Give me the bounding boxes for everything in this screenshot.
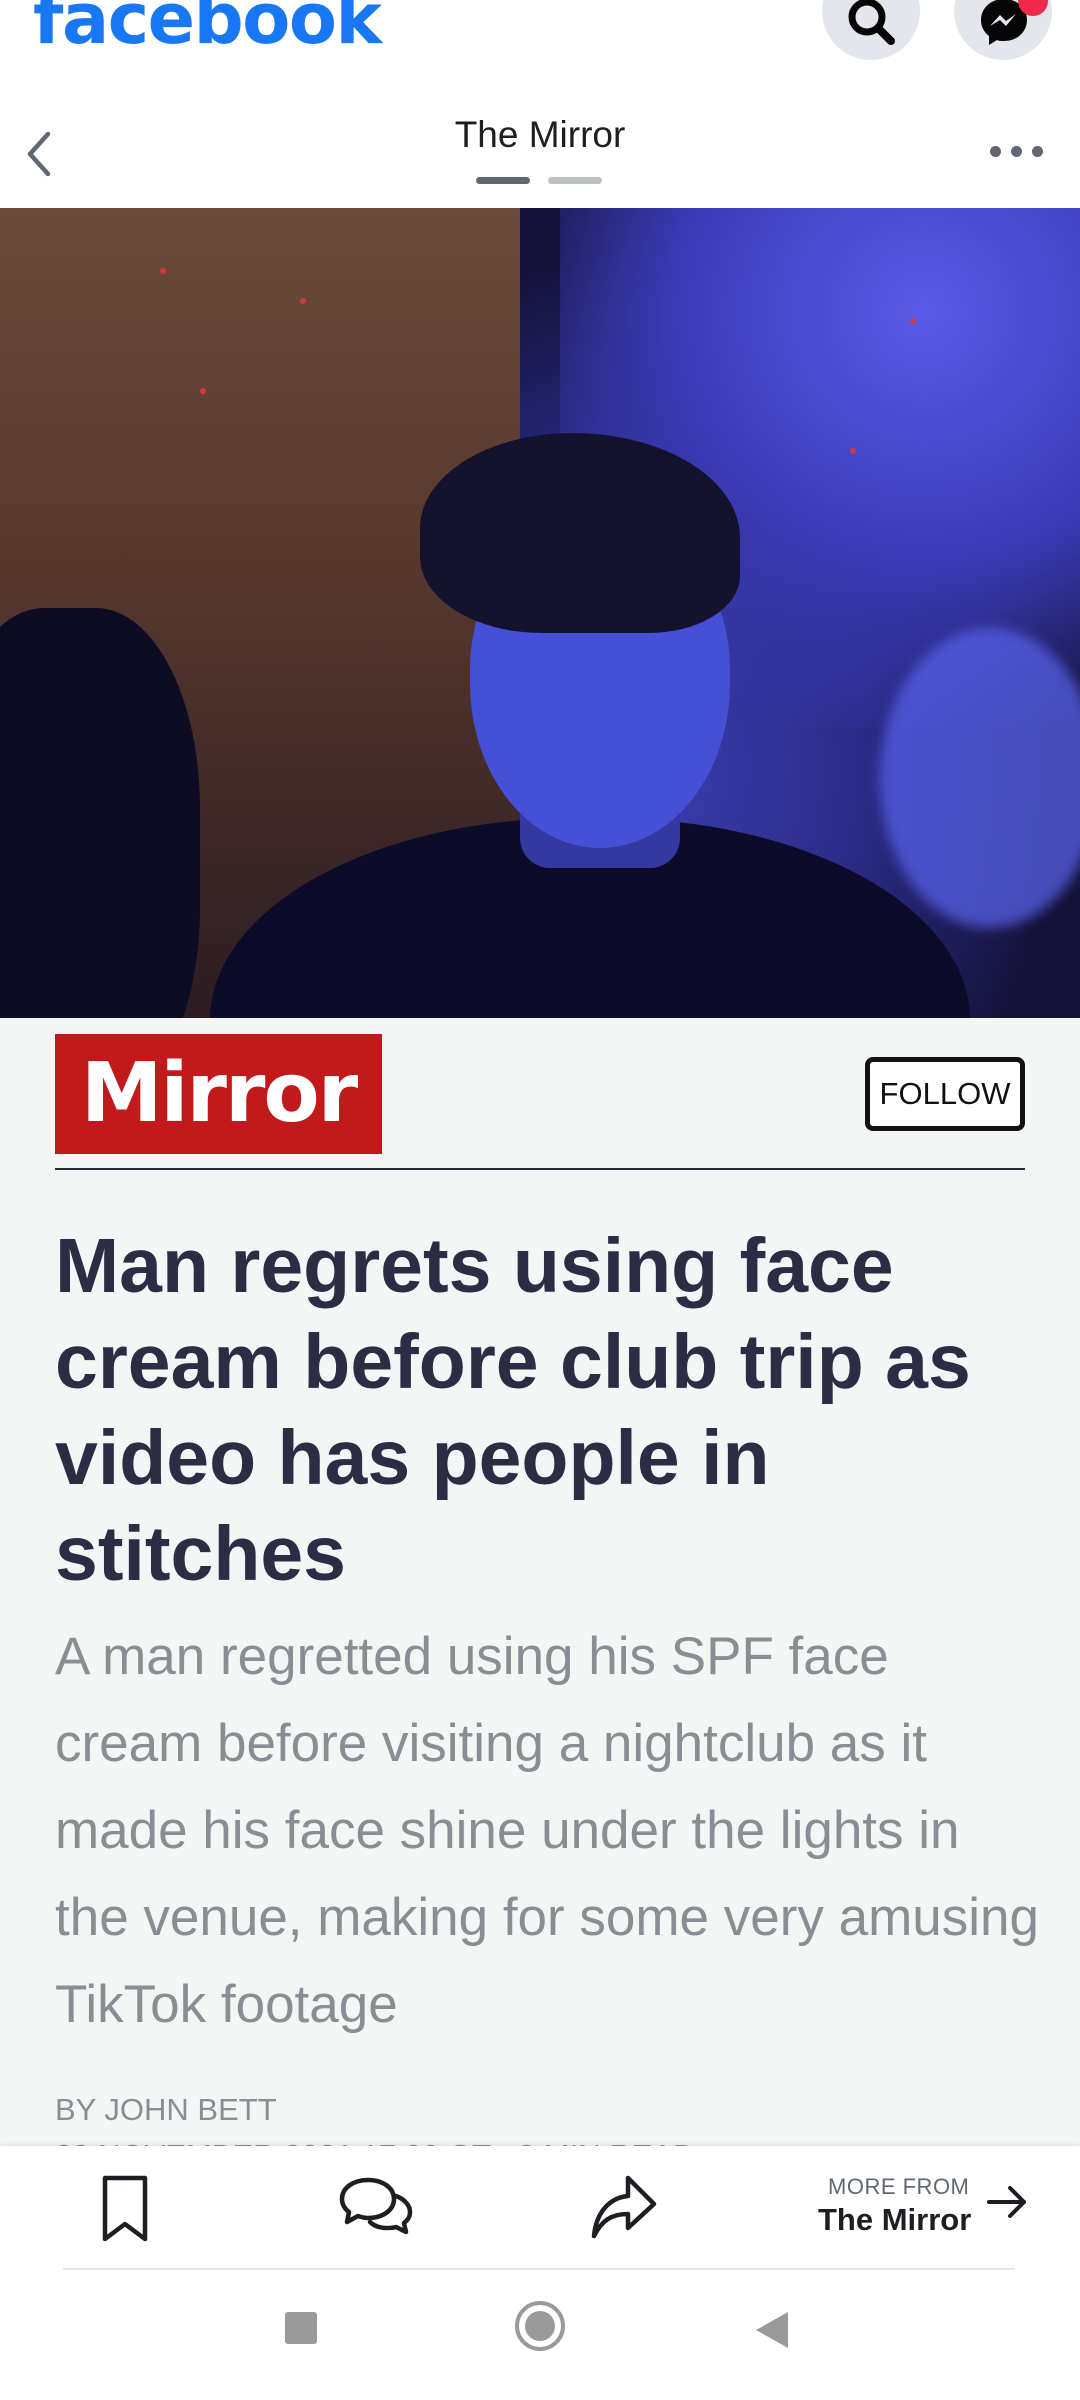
publisher-logo[interactable]: Mirror xyxy=(55,1034,382,1154)
system-navigation-bar xyxy=(0,2270,1080,2400)
back-triangle-icon[interactable] xyxy=(754,2310,790,2350)
back-arrow-icon[interactable] xyxy=(20,124,60,184)
recents-square-icon[interactable] xyxy=(283,2310,319,2346)
more-options-button[interactable] xyxy=(990,140,1046,170)
follow-button[interactable]: FOLLOW xyxy=(865,1057,1025,1131)
more-from-label: MORE FROM xyxy=(828,2174,970,2199)
arrow-right-icon xyxy=(987,2186,1026,2218)
header-title: The Mirror xyxy=(454,114,626,155)
light-speck xyxy=(200,388,206,394)
comment-icon[interactable] xyxy=(338,2174,414,2244)
screen: facebook The Mirror Mirror FOLLOW Man re… xyxy=(0,0,1080,2400)
share-icon[interactable] xyxy=(590,2174,658,2240)
article-summary: A man regretted using his SPF face cream… xyxy=(55,1627,1039,2034)
light-speck xyxy=(160,268,166,274)
light-speck xyxy=(300,298,306,304)
light-speck xyxy=(850,448,856,454)
light-speck xyxy=(910,318,916,324)
dot-icon xyxy=(1032,146,1043,157)
dot-icon xyxy=(1011,146,1022,157)
dot-icon xyxy=(990,146,1001,157)
home-circle-icon[interactable] xyxy=(514,2300,566,2352)
more-from-publisher-name: The Mirror xyxy=(818,2202,972,2237)
article-byline: BY JOHN BETT xyxy=(55,2092,277,2127)
search-icon xyxy=(848,0,895,45)
bookmark-icon[interactable] xyxy=(100,2174,150,2244)
blurred-hand xyxy=(880,628,1080,928)
pager-indicator-inactive[interactable] xyxy=(548,177,602,184)
article-hero-image[interactable] xyxy=(0,208,1080,1018)
more-from-publisher-button[interactable]: MORE FROM The Mirror xyxy=(818,2174,1058,2244)
facebook-logo[interactable]: facebook xyxy=(33,0,382,60)
article-action-bar: MORE FROM The Mirror xyxy=(0,2146,1080,2270)
search-button[interactable] xyxy=(822,0,920,60)
divider xyxy=(55,1168,1025,1170)
left-figure xyxy=(0,608,200,1018)
pager-indicator-active xyxy=(476,177,530,184)
article-header: The Mirror xyxy=(0,84,1080,208)
facebook-top-bar: facebook xyxy=(0,0,1080,84)
article-headline: Man regrets using face cream before club… xyxy=(55,1223,971,1597)
